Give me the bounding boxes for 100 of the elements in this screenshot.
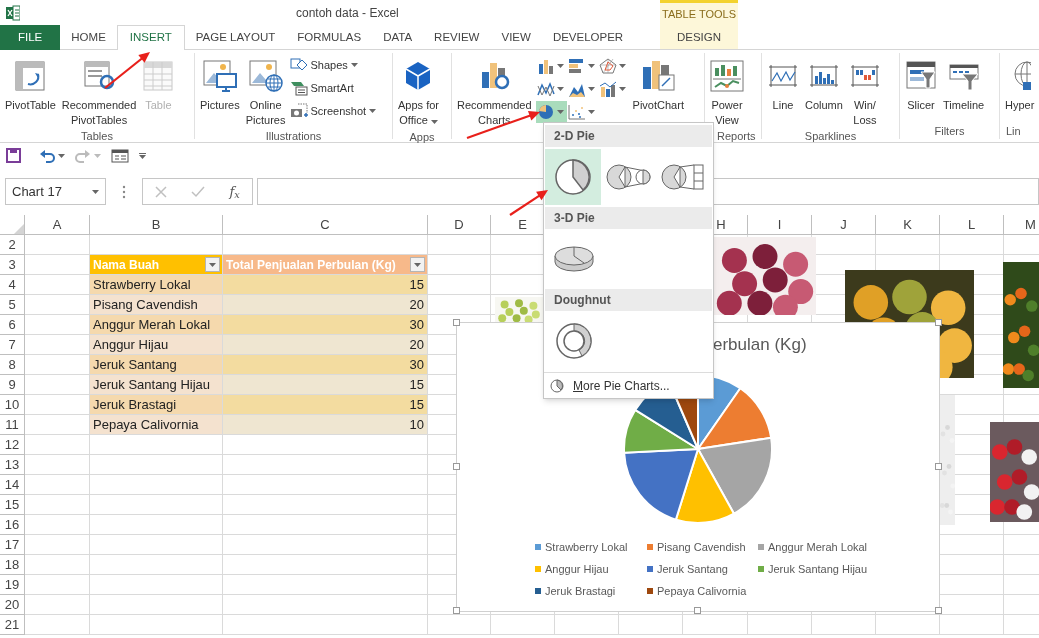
resize-handle[interactable] bbox=[453, 607, 460, 614]
name-box[interactable]: Chart 17 bbox=[5, 178, 106, 205]
row-header[interactable]: 3 bbox=[0, 255, 25, 275]
section-header: 3-D Pie bbox=[554, 210, 595, 227]
ribbon-button[interactable]: Pictures bbox=[198, 54, 242, 113]
row-header[interactable]: 12 bbox=[0, 435, 25, 455]
ribbon-button[interactable]: Hyper bbox=[1003, 54, 1037, 113]
row-header[interactable]: 5 bbox=[0, 295, 25, 315]
column-header[interactable]: B bbox=[90, 215, 223, 235]
column-chart-icon bbox=[536, 58, 555, 74]
row-header[interactable]: 2 bbox=[0, 235, 25, 255]
row-header[interactable]: 4 bbox=[0, 275, 25, 295]
column-header[interactable]: A bbox=[25, 215, 90, 235]
group-label: Reports bbox=[716, 129, 757, 144]
form-button[interactable] bbox=[111, 148, 129, 163]
column-header[interactable]: L bbox=[940, 215, 1004, 235]
resize-handle[interactable] bbox=[453, 463, 460, 470]
row-header[interactable]: 16 bbox=[0, 515, 25, 535]
caret-icon bbox=[369, 109, 377, 113]
row-header[interactable]: 13 bbox=[0, 455, 25, 475]
resize-handle[interactable] bbox=[935, 607, 942, 614]
row-header[interactable]: 18 bbox=[0, 555, 25, 575]
table-cell: Anggur Hijau bbox=[90, 335, 223, 355]
combo-chart-icon bbox=[598, 81, 617, 97]
undo-button[interactable] bbox=[39, 148, 65, 163]
ribbon-tab[interactable]: PAGE LAYOUT bbox=[184, 25, 287, 50]
ribbon-button[interactable]: Slicer bbox=[903, 54, 939, 113]
row-header[interactable]: 15 bbox=[0, 495, 25, 515]
row-header[interactable]: 8 bbox=[0, 355, 25, 375]
shapes-icon bbox=[289, 57, 308, 73]
ribbon-button[interactable]: Recommended Charts bbox=[455, 54, 534, 128]
legend-label: Jeruk Santang bbox=[657, 561, 728, 577]
header-cell: Total Penjualan Perbulan (Kg) bbox=[223, 255, 428, 275]
ribbon-tab[interactable]: DATA bbox=[372, 25, 424, 50]
filter-button[interactable] bbox=[205, 257, 220, 272]
more-icon bbox=[122, 185, 126, 199]
chart-option[interactable] bbox=[545, 149, 601, 205]
column-header[interactable]: I bbox=[748, 215, 812, 235]
caret-icon bbox=[350, 63, 358, 67]
ribbon-tab[interactable]: FORMULAS bbox=[286, 25, 373, 50]
row-header[interactable]: 7 bbox=[0, 335, 25, 355]
column-header[interactable]: D bbox=[428, 215, 491, 235]
excel-logo-icon bbox=[6, 4, 20, 21]
pivot-chart-icon bbox=[641, 59, 676, 93]
legend-label: Jeruk Santang Hijau bbox=[768, 561, 868, 577]
ribbon-tab[interactable]: HOME bbox=[60, 25, 117, 50]
table-cell: Jeruk Santang Hijau bbox=[90, 375, 223, 395]
caret-icon bbox=[618, 87, 626, 91]
ribbon-button[interactable]: SmartArt bbox=[289, 78, 377, 98]
save-button[interactable] bbox=[6, 148, 21, 163]
ribbon-button[interactable]: Timeline bbox=[941, 54, 987, 113]
ribbon-button[interactable]: Recommended PivotTables bbox=[59, 54, 139, 128]
row-header[interactable]: 11 bbox=[0, 415, 25, 435]
legend-label: Jeruk Brastagi bbox=[545, 583, 616, 599]
ribbon-button[interactable]: Online Pictures bbox=[243, 54, 288, 128]
customize-button[interactable] bbox=[139, 152, 146, 159]
caret-icon bbox=[618, 64, 626, 68]
chart-type-button[interactable] bbox=[535, 101, 567, 123]
ribbon-button[interactable]: Power View bbox=[708, 54, 746, 128]
row-header[interactable]: 9 bbox=[0, 375, 25, 395]
ribbon-tab[interactable]: REVIEW bbox=[423, 25, 491, 50]
ribbon-tab[interactable]: FILE bbox=[0, 25, 61, 50]
ribbon-button[interactable]: Line bbox=[765, 54, 801, 113]
resize-handle[interactable] bbox=[935, 463, 942, 470]
row-header[interactable]: 21 bbox=[0, 615, 25, 635]
insert-function-button[interactable]: f$_{x}$ bbox=[229, 181, 240, 202]
resize-handle[interactable] bbox=[694, 607, 701, 614]
column-header[interactable]: J bbox=[812, 215, 876, 235]
ribbon-button[interactable]: Shapes bbox=[289, 55, 377, 75]
online-picture-icon bbox=[248, 60, 283, 92]
column-header[interactable]: M bbox=[1004, 215, 1039, 235]
ribbon-button[interactable]: PivotTable bbox=[3, 54, 58, 113]
column-header[interactable]: K bbox=[876, 215, 940, 235]
more-charts-item[interactable]: More Pie Charts... bbox=[573, 376, 670, 395]
resize-handle[interactable] bbox=[935, 319, 942, 326]
ribbon-button[interactable]: Win/ Loss bbox=[846, 54, 883, 128]
resize-handle[interactable] bbox=[453, 319, 460, 326]
filter-button[interactable] bbox=[410, 257, 425, 272]
row-header[interactable]: 19 bbox=[0, 575, 25, 595]
camera-icon bbox=[289, 103, 308, 119]
ribbon-button[interactable]: PivotChart bbox=[630, 54, 686, 133]
ribbon-button[interactable]: Column bbox=[803, 54, 845, 113]
ribbon-tab[interactable]: VIEW bbox=[490, 25, 542, 50]
ribbon-button[interactable]: Apps for Office bbox=[396, 54, 441, 129]
table-cell: 20 bbox=[223, 295, 428, 315]
ribbon-tab[interactable]: INSERT bbox=[116, 25, 185, 50]
row-header[interactable]: 20 bbox=[0, 595, 25, 615]
sparkline-win-loss-icon bbox=[848, 63, 881, 89]
ribbon-tab[interactable]: DESIGN bbox=[660, 25, 738, 50]
table-cell: Jeruk Santang bbox=[90, 355, 223, 375]
pie-chart-icon bbox=[552, 157, 593, 197]
row-header[interactable]: 14 bbox=[0, 475, 25, 495]
radar-chart-icon bbox=[598, 58, 617, 74]
group-label: Illustrations bbox=[264, 129, 323, 144]
row-header[interactable]: 10 bbox=[0, 395, 25, 415]
ribbon-button[interactable]: Screenshot bbox=[289, 101, 377, 121]
ribbon-tab[interactable]: DEVELOPER bbox=[541, 25, 635, 50]
row-header[interactable]: 6 bbox=[0, 315, 25, 335]
row-header[interactable]: 17 bbox=[0, 535, 25, 555]
column-header[interactable]: C bbox=[223, 215, 428, 235]
